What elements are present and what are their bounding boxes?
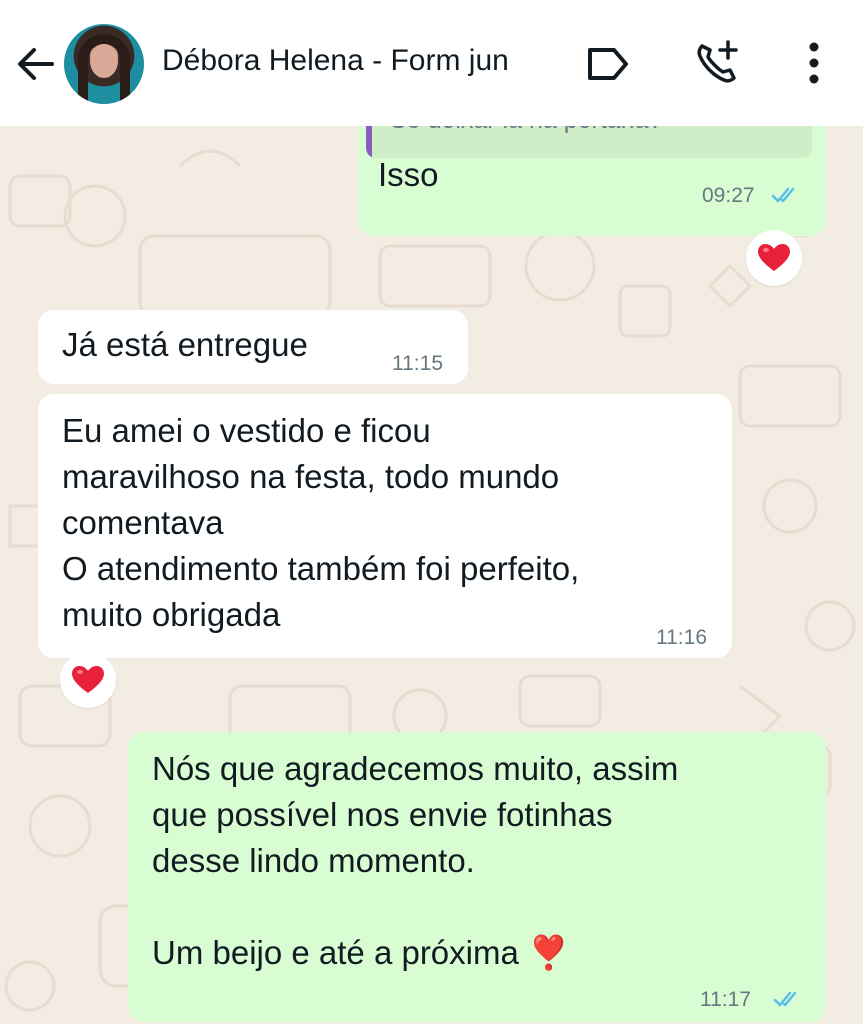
- message-text: Eu amei o vestido e ficou maravilhoso na…: [62, 412, 580, 633]
- message-bubble-incoming[interactable]: Já está entregue 11:15: [38, 310, 468, 384]
- message-time: 09:27: [702, 184, 755, 207]
- avatar-face: [90, 44, 118, 78]
- chat-area[interactable]: Só deixar lá na portaria? Isso 09:27 Já …: [0, 126, 863, 1024]
- message-time: 11:17: [700, 988, 751, 1011]
- double-check-icon: [774, 991, 797, 1007]
- message-reaction[interactable]: [60, 652, 116, 708]
- more-vert-icon: [809, 42, 819, 84]
- heart-icon: [72, 666, 104, 693]
- message-text: Isso: [378, 156, 439, 193]
- quoted-message-text: Só deixar lá na portaria?: [390, 126, 662, 135]
- contact-name[interactable]: Débora Helena - Form jun: [162, 44, 509, 78]
- add-call-button[interactable]: [692, 38, 742, 88]
- message-time: 11:16: [656, 626, 707, 649]
- chat-header: Débora Helena - Form jun: [0, 0, 863, 126]
- double-check-icon: [772, 187, 795, 203]
- message-bubble-outgoing[interactable]: Nós que agradecemos muito, assim que pos…: [128, 732, 826, 1022]
- message-bubble-outgoing[interactable]: Só deixar lá na portaria? Isso 09:27: [358, 126, 826, 236]
- back-arrow-icon: [18, 48, 54, 80]
- message-text: Nós que agradecemos muito, assim que pos…: [152, 750, 679, 971]
- message-bubble-incoming[interactable]: Eu amei o vestido e ficou maravilhoso na…: [38, 394, 732, 658]
- contact-avatar[interactable]: [64, 24, 144, 104]
- message-reaction[interactable]: [746, 230, 802, 286]
- label-icon: [588, 48, 628, 80]
- message-time: 11:15: [392, 352, 443, 375]
- add-call-icon: [697, 40, 738, 83]
- quote-accent-bar: [366, 126, 372, 158]
- more-options-button[interactable]: [796, 40, 832, 86]
- label-button[interactable]: [584, 44, 632, 84]
- heart-icon: [758, 244, 790, 271]
- back-button[interactable]: [14, 42, 58, 86]
- message-text: Já está entregue: [62, 326, 308, 363]
